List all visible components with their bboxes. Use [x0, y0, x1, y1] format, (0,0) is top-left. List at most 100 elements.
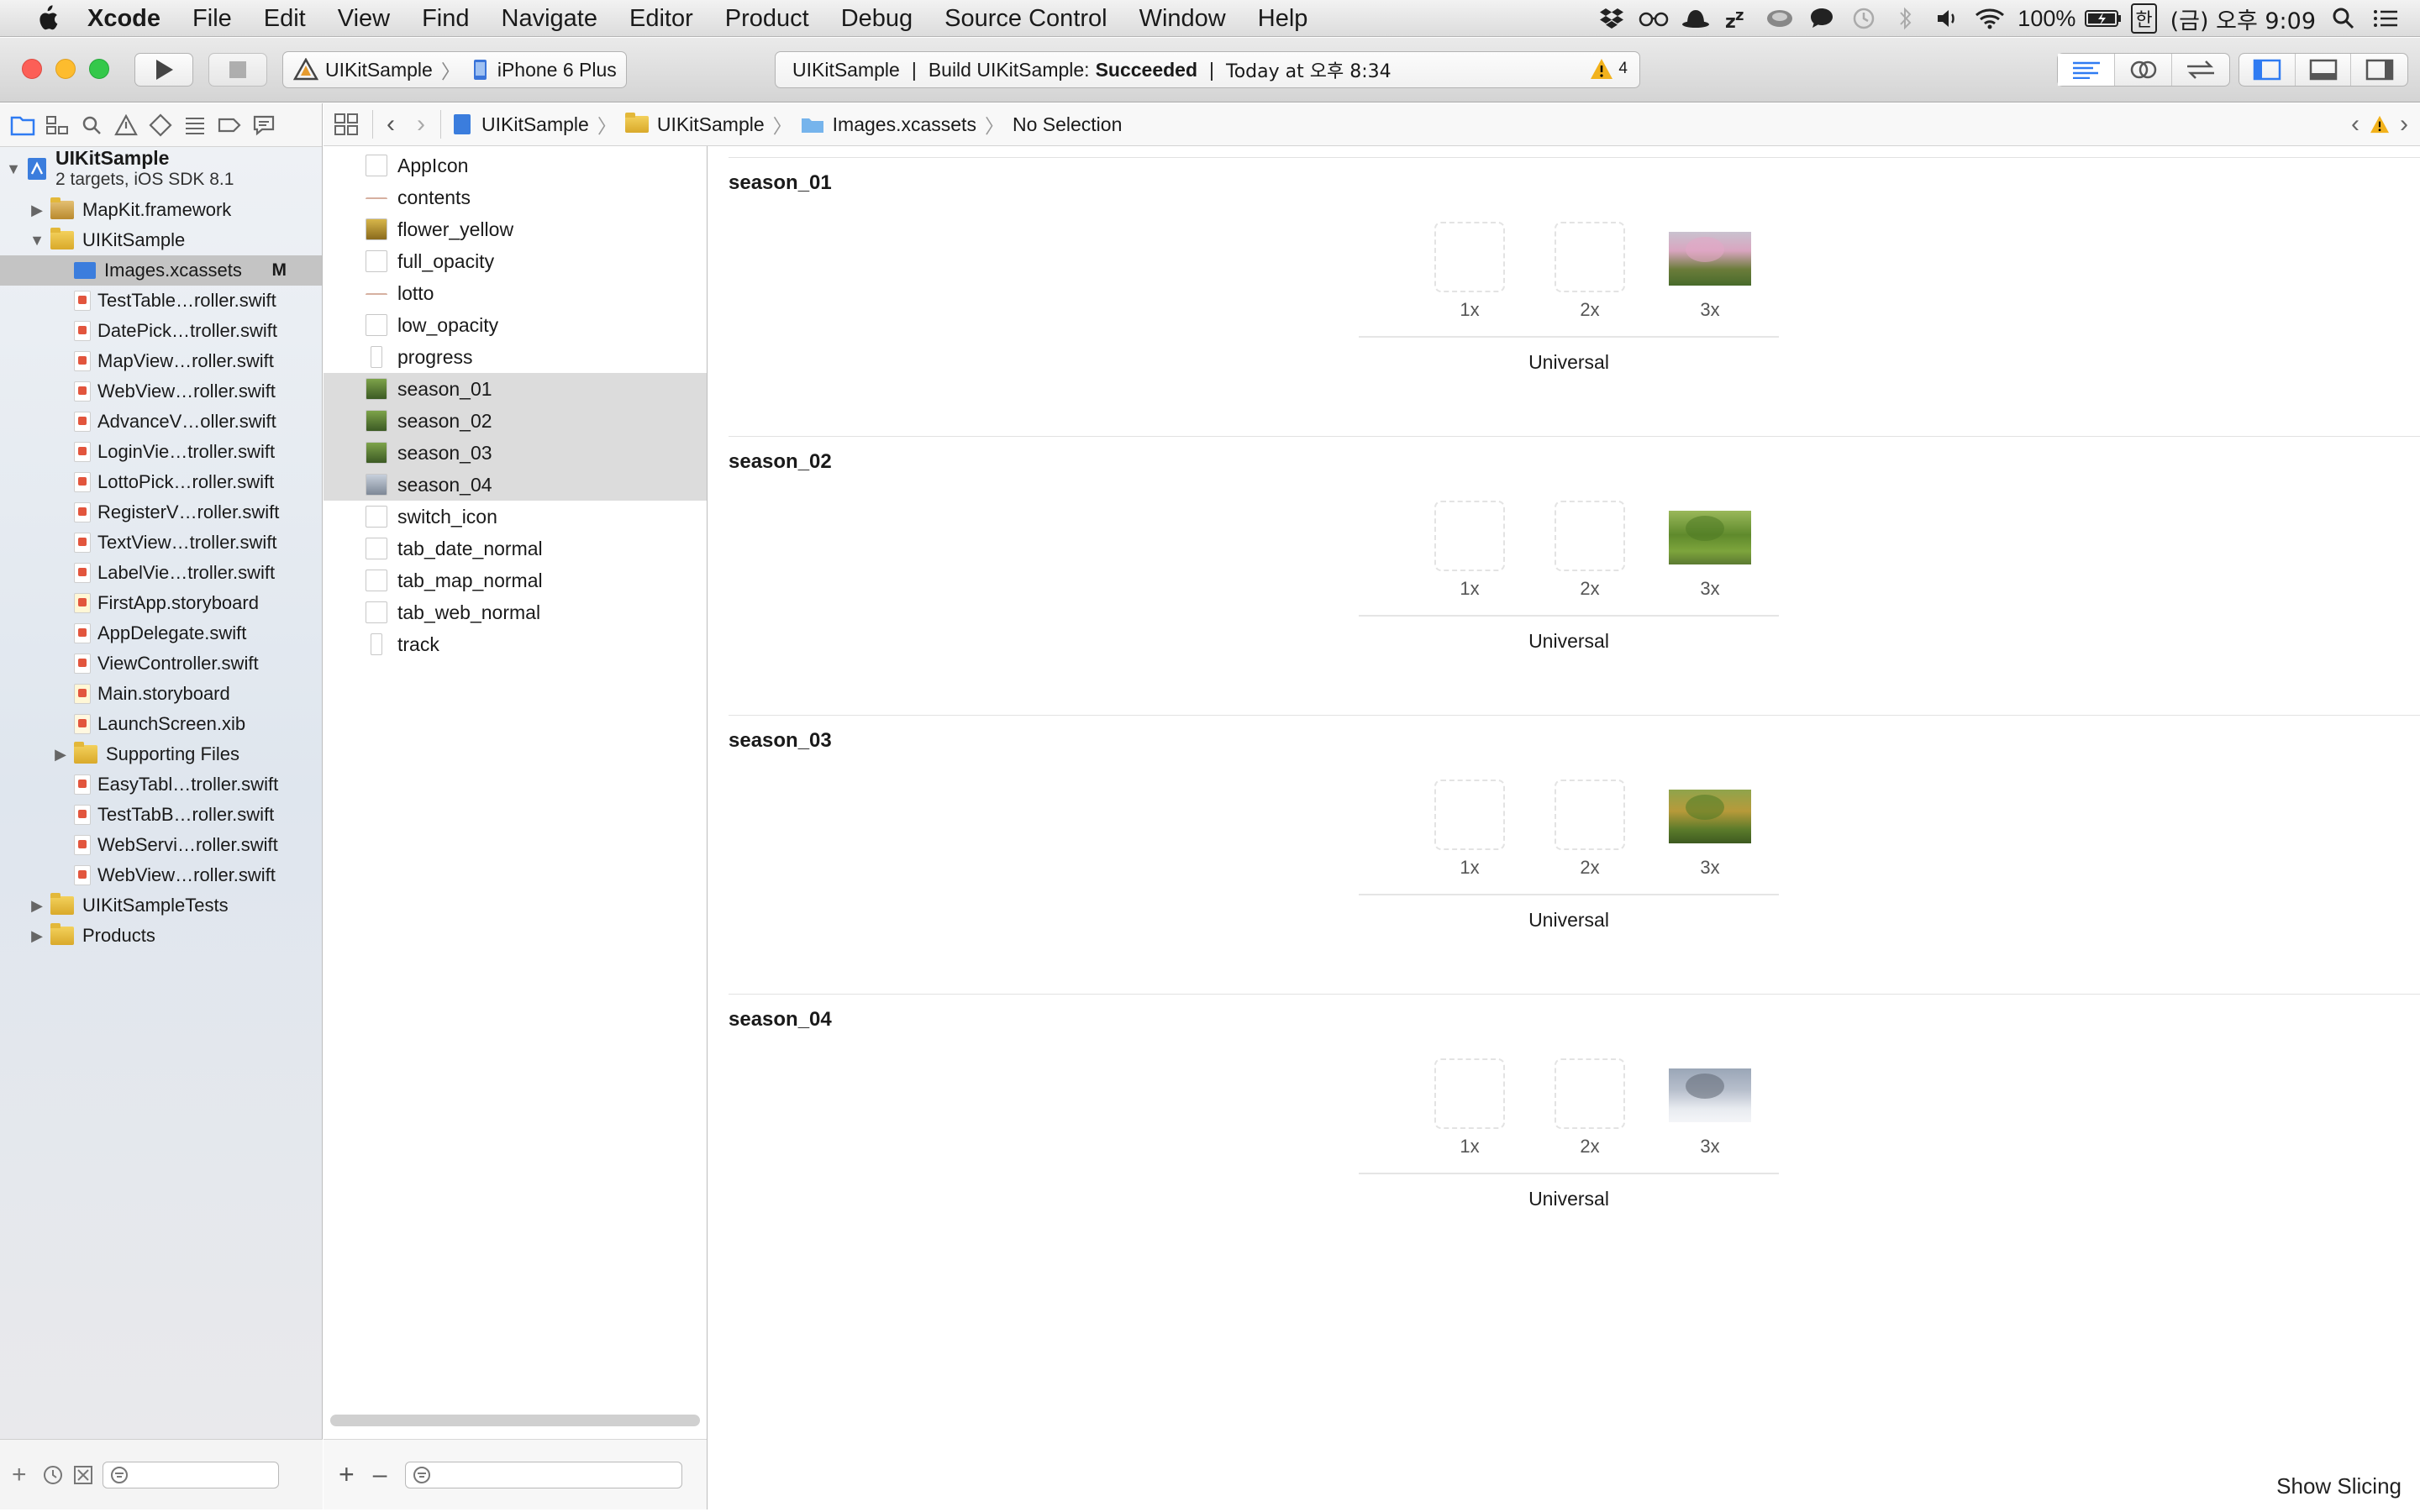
image-well-3x-thumbnail[interactable] — [1669, 511, 1751, 564]
add-asset-icon[interactable]: + — [339, 1459, 355, 1490]
image-well-empty[interactable] — [1434, 780, 1505, 850]
asset-row[interactable]: track — [324, 628, 707, 660]
close-window-button[interactable] — [22, 59, 42, 79]
forward-chevron-icon[interactable]: › — [417, 110, 425, 139]
disclosure-closed-icon[interactable]: ▶ — [30, 897, 44, 914]
menu-view[interactable]: View — [322, 0, 406, 37]
report-navigator-tab[interactable] — [248, 108, 280, 142]
menu-file[interactable]: File — [176, 0, 248, 37]
image-well-empty[interactable] — [1555, 222, 1625, 292]
glasses-icon[interactable] — [1635, 0, 1672, 37]
menubar-clock[interactable]: (금) 오후 9:09 — [2170, 3, 2316, 35]
image-well-empty[interactable] — [1555, 780, 1625, 850]
standard-editor-button[interactable] — [2058, 54, 2115, 86]
disclosure-open-icon[interactable]: ▼ — [29, 232, 45, 249]
toggle-utilities-button[interactable] — [2351, 54, 2407, 86]
test-navigator-tab[interactable] — [145, 108, 176, 142]
navigator-item[interactable]: EasyTabl…troller.swift — [0, 769, 322, 800]
navigator-item[interactable]: WebServi…roller.swift — [0, 830, 322, 860]
navigator-item[interactable]: ▶ Products — [0, 921, 322, 951]
disclosure-closed-icon[interactable]: ▶ — [30, 202, 44, 218]
apple-menu-icon[interactable] — [24, 0, 71, 37]
navigator-item[interactable]: WebView…roller.swift — [0, 860, 322, 890]
menu-debug[interactable]: Debug — [825, 0, 929, 37]
navigator-item[interactable]: ▶ Supporting Files — [0, 739, 322, 769]
navigator-item[interactable]: Main.storyboard — [0, 679, 322, 709]
asset-row[interactable]: flower_yellow — [324, 213, 707, 245]
breadcrumb-group[interactable]: UIKitSample — [624, 113, 765, 136]
navigator-item[interactable]: MapView…roller.swift — [0, 346, 322, 376]
notification-center-icon[interactable] — [2367, 0, 2404, 37]
remove-asset-icon[interactable]: – — [373, 1461, 387, 1489]
navigator-filter-field[interactable] — [102, 1461, 279, 1488]
horizontal-scrollbar[interactable] — [330, 1415, 700, 1426]
image-well-3x-thumbnail[interactable] — [1669, 790, 1751, 843]
breadcrumb-selection[interactable]: No Selection — [1013, 113, 1122, 136]
asset-row[interactable]: full_opacity — [324, 245, 707, 277]
asset-row[interactable]: tab_web_normal — [324, 596, 707, 628]
asset-filter-field[interactable] — [405, 1461, 683, 1488]
navigator-item[interactable]: ▶ UIKitSampleTests — [0, 890, 322, 921]
navigator-item[interactable]: LabelVie…troller.swift — [0, 558, 322, 588]
disclosure-open-icon[interactable]: ▼ — [6, 160, 21, 177]
disclosure-closed-icon[interactable]: ▶ — [30, 927, 44, 944]
image-well-3x-thumbnail[interactable] — [1669, 232, 1751, 286]
warning-indicator[interactable]: 4 — [1590, 58, 1628, 80]
menu-help[interactable]: Help — [1242, 0, 1324, 37]
volume-icon[interactable] — [1929, 0, 1966, 37]
image-well-empty[interactable] — [1555, 1058, 1625, 1129]
sleep-icon[interactable]: zz — [1719, 0, 1756, 37]
battery-icon[interactable] — [2085, 0, 2122, 37]
recent-files-icon[interactable] — [42, 1464, 64, 1486]
navigator-item[interactable]: FirstApp.storyboard — [0, 588, 322, 618]
image-well-empty[interactable] — [1434, 222, 1505, 292]
image-well-3x-thumbnail[interactable] — [1669, 1068, 1751, 1122]
image-well-empty[interactable] — [1434, 501, 1505, 571]
zoom-window-button[interactable] — [89, 59, 109, 79]
asset-row[interactable]: season_02 — [324, 405, 707, 437]
previous-issue-chevron-icon[interactable]: ‹ — [2351, 110, 2360, 139]
asset-row[interactable]: progress — [324, 341, 707, 373]
menu-xcode[interactable]: Xcode — [71, 0, 176, 37]
asset-row[interactable]: contents — [324, 181, 707, 213]
breakpoint-navigator-tab[interactable] — [213, 108, 245, 142]
source-control-filter-icon[interactable] — [72, 1464, 94, 1486]
project-navigator-tab[interactable] — [7, 108, 39, 142]
asset-row[interactable]: season_01 — [324, 373, 707, 405]
spotlight-search-icon[interactable] — [2325, 0, 2362, 37]
asset-row[interactable]: tab_date_normal — [324, 533, 707, 564]
breadcrumb-asset-catalog[interactable]: Images.xcassets — [801, 113, 976, 136]
show-slicing-button[interactable]: Show Slicing — [2276, 1473, 2402, 1499]
navigator-item[interactable]: ▶ MapKit.framework — [0, 195, 322, 225]
navigator-item[interactable]: AdvanceV…oller.swift — [0, 407, 322, 437]
menu-editor[interactable]: Editor — [613, 0, 709, 37]
disk-icon[interactable] — [1761, 0, 1798, 37]
menu-window[interactable]: Window — [1123, 0, 1242, 37]
navigator-item[interactable]: WebView…roller.swift — [0, 376, 322, 407]
run-button[interactable] — [134, 53, 193, 87]
disclosure-closed-icon[interactable]: ▶ — [54, 746, 67, 763]
project-root-row[interactable]: ▼ UIKitSample 2 targets, iOS SDK 8.1 — [0, 147, 322, 191]
breadcrumb-project[interactable]: UIKitSample — [453, 113, 589, 136]
menu-navigate[interactable]: Navigate — [486, 0, 613, 37]
toggle-navigator-button[interactable] — [2239, 54, 2296, 86]
wifi-icon[interactable] — [1971, 0, 2008, 37]
navigator-item[interactable]: AppDelegate.swift — [0, 618, 322, 648]
minimize-window-button[interactable] — [55, 59, 76, 79]
menu-product[interactable]: Product — [709, 0, 825, 37]
symbol-navigator-tab[interactable] — [41, 108, 73, 142]
input-method[interactable]: 한 — [2131, 3, 2157, 34]
menu-edit[interactable]: Edit — [248, 0, 322, 37]
asset-row[interactable]: season_03 — [324, 437, 707, 469]
debug-navigator-tab[interactable] — [179, 108, 211, 142]
back-chevron-icon[interactable]: ‹ — [387, 110, 395, 139]
toggle-debug-area-button[interactable] — [2296, 54, 2352, 86]
assistant-editor-button[interactable] — [2115, 54, 2172, 86]
asset-row[interactable]: season_04 — [324, 469, 707, 501]
navigator-item[interactable]: ▼ UIKitSample — [0, 225, 322, 255]
menu-source-control[interactable]: Source Control — [929, 0, 1123, 37]
asset-row[interactable]: tab_map_normal — [324, 564, 707, 596]
find-navigator-tab[interactable] — [76, 108, 108, 142]
image-well-empty[interactable] — [1434, 1058, 1505, 1129]
navigator-item[interactable]: TestTabB…roller.swift — [0, 800, 322, 830]
